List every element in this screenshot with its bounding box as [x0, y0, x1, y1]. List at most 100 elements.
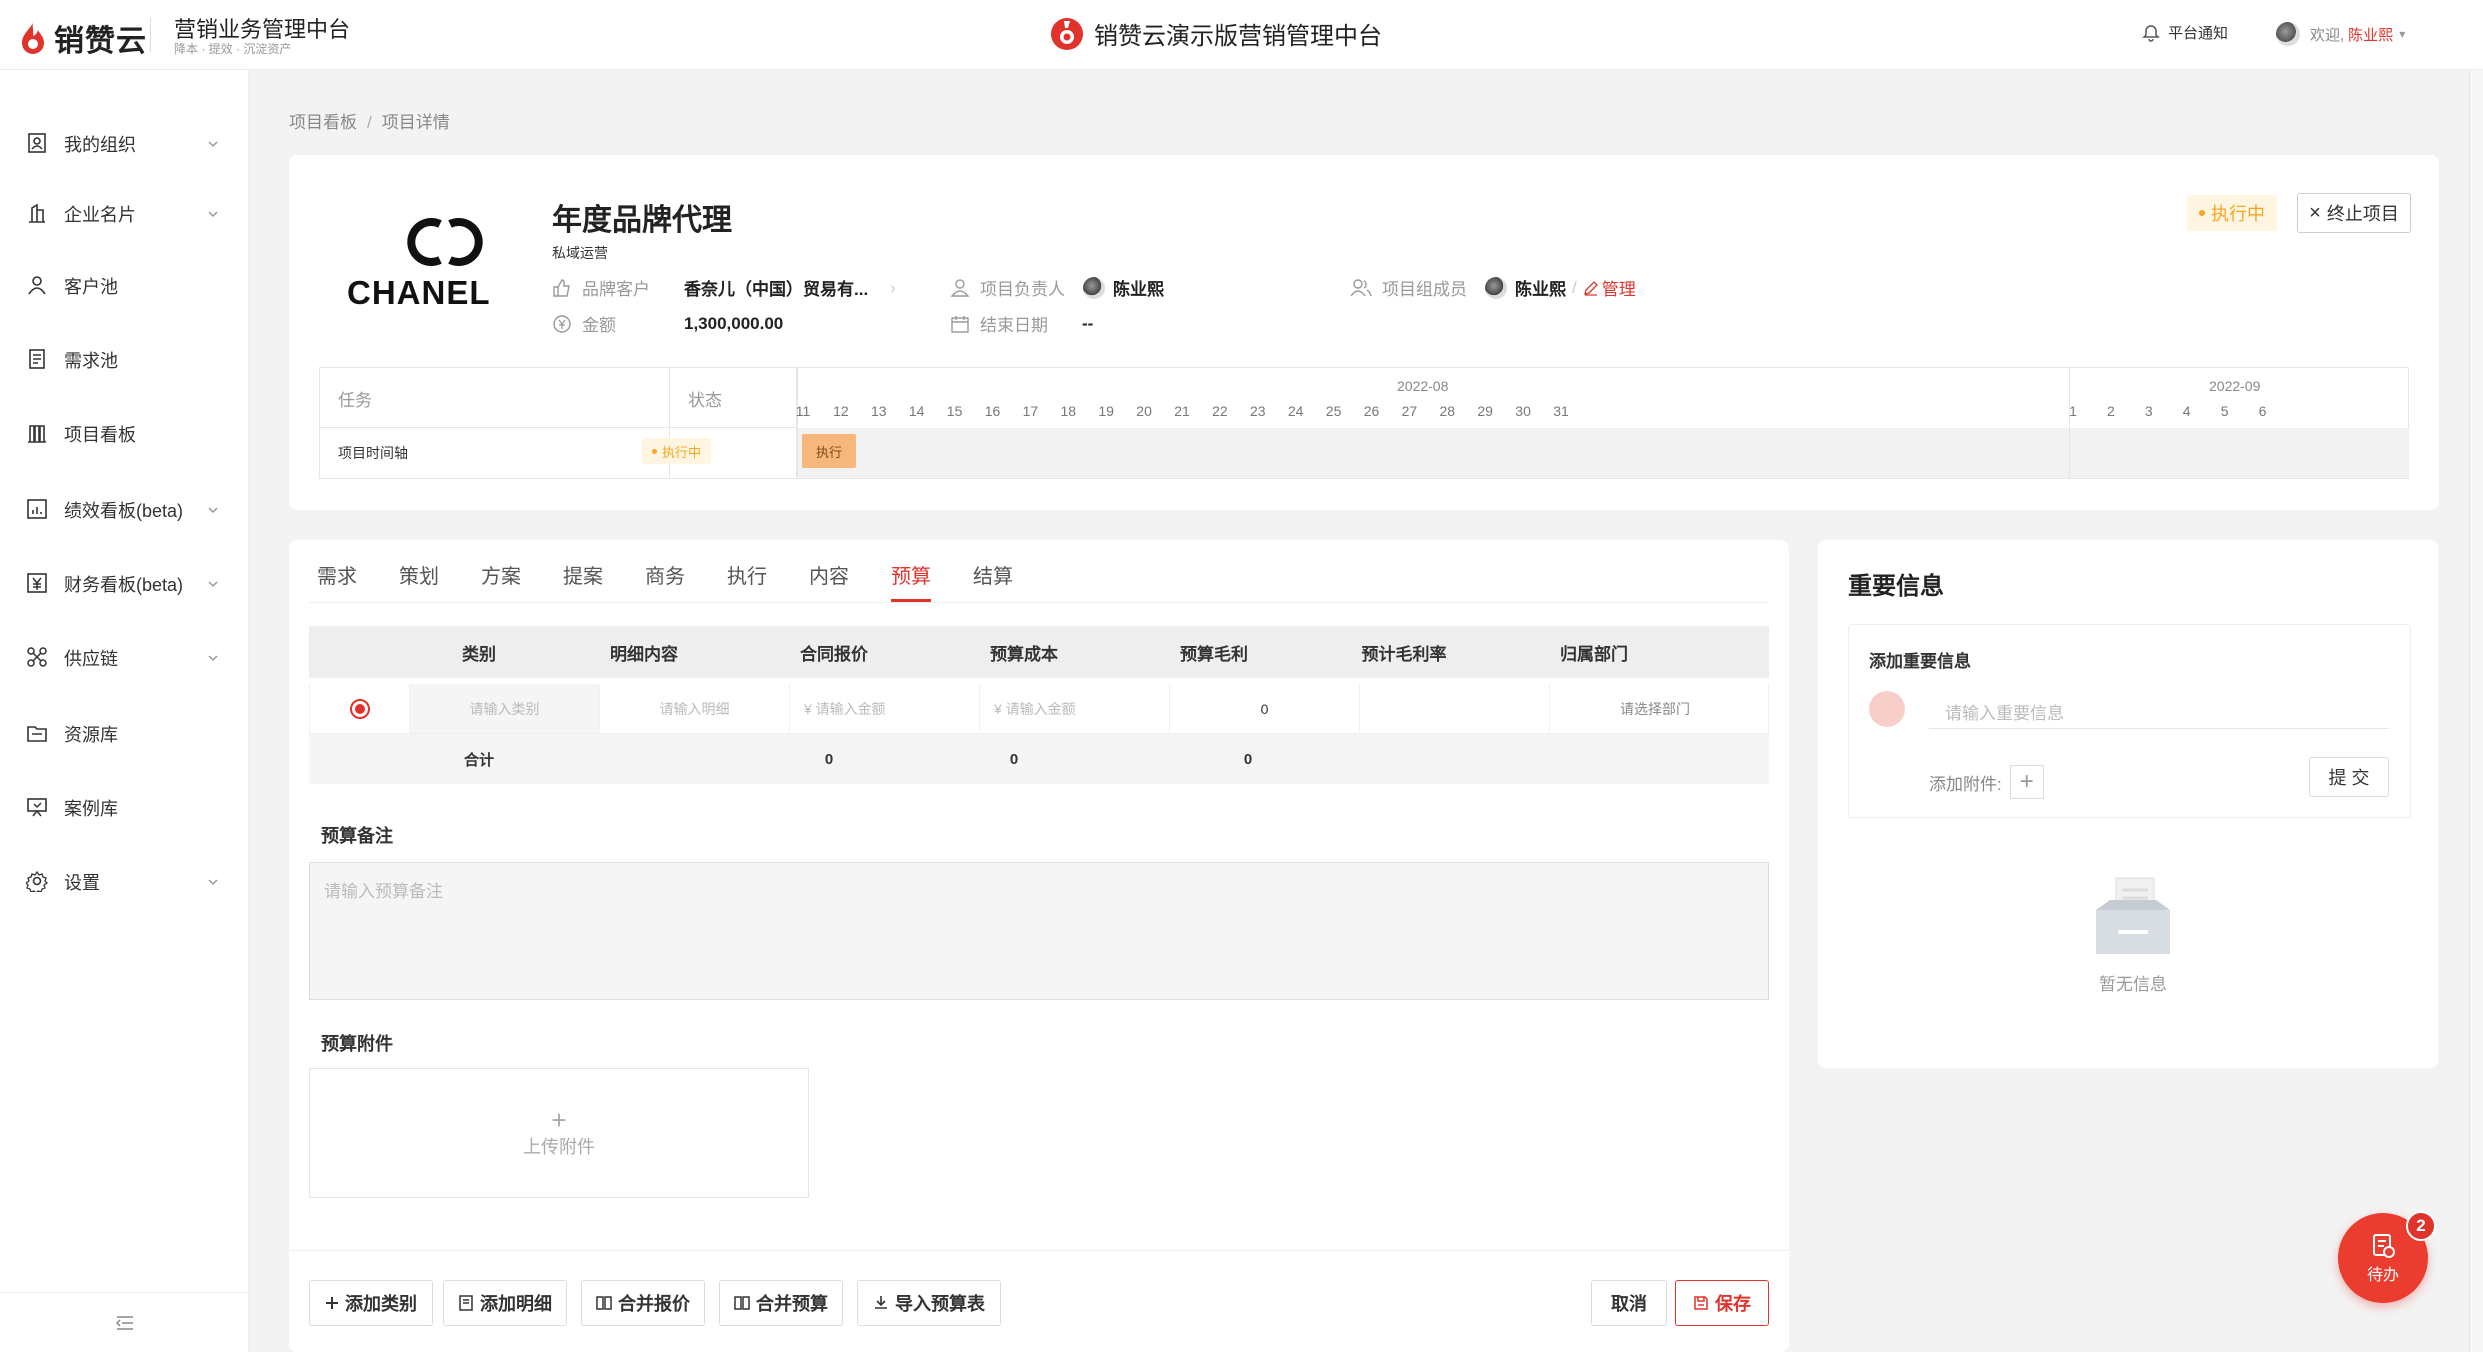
table-header-cell: 预计毛利率 — [1361, 644, 1447, 664]
tab-business[interactable]: 商务 — [645, 560, 685, 602]
sum-profit: 0 — [1243, 750, 1253, 768]
status-dot — [652, 448, 657, 454]
end-date-value: -- — [1082, 313, 1094, 333]
important-info-input[interactable]: 请输入重要信息 — [1929, 689, 2389, 729]
table-header-cell: 类别 — [462, 644, 496, 664]
gantt-day-label: 28 — [1439, 403, 1456, 419]
cost-input[interactable]: ¥ 请输入金额 — [980, 684, 1170, 733]
gantt-day-label: 18 — [1060, 403, 1077, 419]
top-bar: 销赞云 营销业务管理中台 降本 · 提效 · 沉淀资产 销赞云演示版营销管理中台… — [0, 0, 2483, 70]
sidebar-item-label: 客户池 — [64, 277, 118, 297]
app-logo[interactable]: 销赞云 — [20, 16, 147, 60]
add-category-button[interactable]: 添加类别 — [309, 1280, 433, 1326]
sidebar-item-cases[interactable]: 案例库 — [0, 782, 249, 834]
upload-attachment[interactable]: + 上传附件 — [309, 1068, 809, 1198]
gantt-day-label: 5 — [2220, 403, 2229, 419]
quote-input[interactable]: ¥ 请输入金额 — [790, 684, 980, 733]
tab-demand[interactable]: 需求 — [317, 560, 357, 602]
sidebar-item-customers[interactable]: 客户池 — [0, 260, 249, 312]
sidebar-item-supply-chain[interactable]: 供应链 — [0, 632, 249, 684]
sidebar-item-org[interactable]: 我的组织 — [0, 118, 249, 170]
user-name: 陈业熙 — [2348, 26, 2394, 44]
budget-table-header: 类别 明细内容 合同报价 预算成本 预算毛利 预计毛利率 归属部门 — [309, 626, 1769, 678]
empty-state-text: 暂无信息 — [2099, 975, 2167, 994]
todo-floating-button[interactable]: 待办 2 — [2338, 1211, 2436, 1303]
cancel-button[interactable]: 取消 — [1591, 1280, 1667, 1326]
chevron-right-icon: › — [890, 277, 896, 297]
sidebar-item-settings[interactable]: 设置 — [0, 856, 249, 908]
gantt-day-label: 23 — [1250, 403, 1266, 419]
yuan-circle-icon — [553, 314, 571, 333]
user-menu[interactable]: 欢迎, 陈业熙 ▾ — [2276, 22, 2405, 46]
tab-budget[interactable]: 预算 — [891, 560, 931, 602]
import-budget-label: 导入预算表 — [895, 1294, 985, 1314]
gantt-row-task[interactable]: 项目时间轴 — [338, 443, 408, 463]
download-icon — [873, 1295, 889, 1311]
brand-name: 销赞云 — [54, 25, 147, 58]
month-divider — [2069, 368, 2070, 478]
brand-logo: CHANEL — [345, 210, 545, 311]
gantt-chart: 任务 状态 项目时间轴 执行中 2022-08 2022-09 11 12 13 14… — [319, 367, 2409, 479]
chevron-down-icon — [208, 141, 218, 148]
empty-state: 暂无信息 — [2078, 870, 2188, 995]
sidebar-item-performance[interactable]: 绩效看板(beta) — [0, 484, 249, 536]
gantt-row-status-text: 执行中 — [662, 444, 702, 460]
department-select[interactable]: 请选择部门 — [1550, 684, 1760, 733]
sidebar-collapse-button[interactable] — [0, 1292, 249, 1352]
gantt-day-label: 1 — [2069, 403, 2077, 419]
sidebar-item-label: 资源库 — [64, 725, 118, 745]
sidebar-item-project-board[interactable]: 项目看板 — [0, 408, 249, 460]
add-detail-button[interactable]: 添加明细 — [443, 1280, 567, 1326]
gantt-month-label: 2022-09 — [2209, 378, 2261, 394]
tab-planning[interactable]: 策划 — [399, 560, 439, 602]
sidebar: 我的组织 企业名片 客户池 需求池 项目看板 绩效看板(beta) 财务看板(b… — [0, 70, 249, 1352]
board-icon — [26, 422, 50, 446]
brand-logo-text: CHANEL — [347, 274, 491, 311]
manage-members-link[interactable]: 管理 — [1583, 275, 1636, 300]
merge-budget-button[interactable]: 合并预算 — [719, 1280, 843, 1326]
import-budget-button[interactable]: 导入预算表 — [857, 1280, 1001, 1326]
tab-settlement[interactable]: 结算 — [973, 560, 1013, 602]
table-header-cell: 预算毛利 — [1180, 644, 1248, 664]
gantt-day-label: 25 — [1325, 403, 1342, 419]
gantt-day-label: 14 — [908, 403, 925, 419]
gantt-day-label: 13 — [871, 403, 887, 419]
page-scrollbar[interactable] — [2469, 70, 2483, 1352]
divider — [150, 18, 151, 52]
category-input[interactable]: 请输入类别 — [410, 684, 600, 733]
tab-execution[interactable]: 执行 — [727, 560, 767, 602]
sidebar-item-resources[interactable]: 资源库 — [0, 708, 249, 760]
sidebar-item-finance[interactable]: 财务看板(beta) — [0, 558, 249, 610]
gantt-day-label: 24 — [1287, 403, 1304, 419]
end-date-label: 结束日期 — [980, 316, 1048, 335]
sidebar-item-company-card[interactable]: 企业名片 — [0, 188, 249, 240]
brand-customer-field[interactable]: 品牌客户 香奈儿（中国）贸易有... › — [552, 275, 896, 300]
end-project-label: 终止项目 — [2326, 204, 2399, 224]
save-button[interactable]: 保存 — [1675, 1280, 1769, 1326]
detail-input[interactable]: 请输入明细 — [600, 684, 790, 733]
merge-quote-button[interactable]: 合并报价 — [581, 1280, 705, 1326]
tab-proposal[interactable]: 提案 — [563, 560, 603, 602]
row-radio[interactable] — [349, 698, 370, 719]
end-project-button[interactable]: × 终止项目 — [2297, 193, 2411, 233]
tab-content[interactable]: 内容 — [809, 560, 849, 602]
todo-label: 待办 — [2366, 1267, 2399, 1284]
gantt-bar[interactable]: 执行 — [802, 434, 856, 468]
close-icon: × — [2309, 201, 2321, 224]
merge-quote-label: 合并报价 — [618, 1294, 690, 1314]
sidebar-item-demands[interactable]: 需求池 — [0, 334, 249, 386]
system-subtitle: 降本 · 提效 · 沉淀资产 — [174, 42, 292, 56]
gantt-day-label: 15 — [946, 403, 963, 419]
submit-button[interactable]: 提 交 — [2309, 757, 2389, 797]
project-tag: 私域运营 — [552, 245, 608, 261]
gantt-day-label: 12 — [833, 403, 849, 419]
network-icon — [26, 646, 50, 670]
platform-notice[interactable]: 平台通知 — [2142, 22, 2228, 43]
remark-textarea[interactable]: 请输入预算备注 — [309, 862, 1769, 1000]
yuan-icon — [26, 572, 50, 596]
chevron-down-icon — [208, 211, 218, 218]
gantt-timeline-row — [797, 428, 2409, 478]
tab-scheme[interactable]: 方案 — [481, 560, 521, 602]
breadcrumb-item-board[interactable]: 项目看板 — [289, 113, 357, 132]
add-attachment-button[interactable]: + — [2009, 765, 2044, 799]
